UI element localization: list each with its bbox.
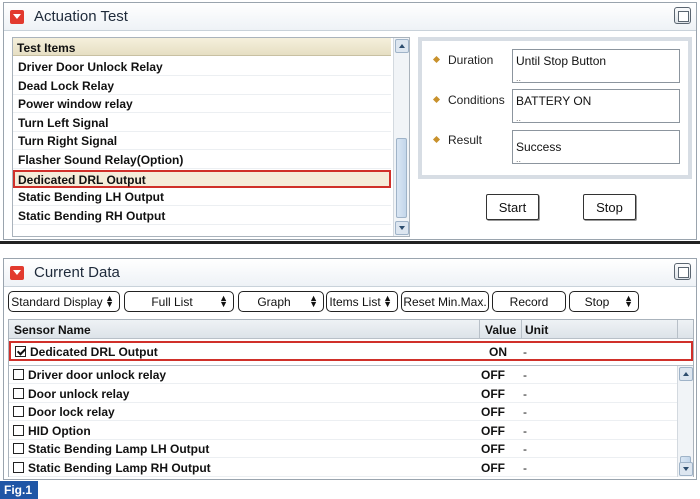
updown-icon: ▲ ▼ — [219, 293, 228, 309]
sensor-unit: - — [523, 386, 527, 401]
bullet-icon — [432, 95, 441, 104]
column-divider — [677, 320, 678, 339]
test-item[interactable]: Turn Right Signal — [13, 132, 391, 151]
sensor-value: ON — [489, 345, 507, 359]
column-divider — [479, 320, 480, 339]
test-item[interactable]: Dead Lock Relay — [13, 77, 391, 95]
sensor-table-header: Sensor Name Value Unit — [9, 320, 693, 339]
sensor-name: Dedicated DRL Output — [30, 345, 158, 359]
sensor-checkbox[interactable] — [13, 369, 24, 380]
pinned-sensor-row[interactable]: Dedicated DRL Output ON - — [9, 341, 693, 361]
test-info-box: Duration Until Stop Button Conditions BA… — [418, 37, 692, 179]
sensor-unit: - — [523, 405, 527, 419]
unit-header: Unit — [525, 323, 549, 337]
sensor-checkbox[interactable] — [13, 424, 24, 436]
sensor-value: OFF — [481, 460, 505, 475]
standard-display-select[interactable]: Standard Display ▲ ▼ — [8, 291, 120, 312]
updown-icon: ▲ ▼ — [383, 293, 392, 309]
start-button[interactable]: Start — [486, 194, 539, 220]
sensor-name: Static Bending Lamp LH Output — [28, 442, 210, 456]
sensor-unit: - — [523, 442, 527, 456]
test-items-scrollbar[interactable] — [393, 38, 409, 236]
test-item[interactable]: Power window relay — [13, 95, 391, 114]
items-list-select[interactable]: Items List ▲ ▼ — [326, 291, 398, 312]
stop-button[interactable]: Stop — [583, 194, 636, 220]
sensor-row[interactable]: Door unlock relay OFF - — [9, 385, 677, 403]
scroll-down-icon[interactable] — [679, 462, 693, 476]
sensor-table-scrollbar[interactable] — [677, 366, 693, 477]
updown-icon: ▲ ▼ — [105, 293, 114, 309]
collapse-icon[interactable] — [10, 266, 24, 280]
sensor-checkbox[interactable] — [13, 406, 24, 417]
sensor-name: Driver door unlock relay — [28, 368, 167, 382]
duration-value: Until Stop Button — [512, 49, 680, 83]
conditions-value: BATTERY ON — [512, 89, 680, 123]
scroll-thumb[interactable] — [396, 138, 407, 218]
updown-icon: ▲ ▼ — [309, 293, 318, 309]
actuation-test-title: Actuation Test — [34, 8, 128, 25]
sensor-checkbox[interactable] — [15, 346, 26, 357]
column-divider — [521, 320, 522, 339]
full-list-select[interactable]: Full List ▲ ▼ — [124, 291, 234, 312]
sensor-row[interactable]: Door lock relay OFF - — [9, 403, 677, 421]
conditions-label: Conditions — [432, 93, 505, 107]
test-item[interactable]: Static Bending RH Output — [13, 207, 391, 225]
scroll-down-icon[interactable] — [395, 221, 409, 235]
bullet-icon — [432, 135, 441, 144]
sensor-row[interactable]: Driver door unlock relay OFF - — [9, 366, 677, 384]
sensor-row[interactable]: Static Bending Lamp RH Output OFF - — [9, 459, 677, 477]
test-items-header: Test Items — [13, 38, 391, 56]
sensor-name: Door unlock relay — [28, 386, 130, 401]
result-value: Success — [512, 130, 680, 164]
collapse-icon[interactable] — [10, 10, 24, 24]
sensor-row[interactable]: HID Option OFF - — [9, 422, 677, 440]
sensor-unit: - — [523, 460, 527, 475]
sensor-unit: - — [523, 368, 527, 382]
sensor-value: OFF — [481, 386, 505, 401]
current-data-title: Current Data — [34, 264, 120, 281]
sensor-name: Door lock relay — [28, 405, 115, 419]
sensor-unit: - — [523, 423, 527, 438]
sensor-name: HID Option — [28, 423, 91, 438]
test-item[interactable]: Driver Door Unlock Relay — [13, 58, 391, 76]
figure-label: Fig.1 — [0, 481, 38, 499]
current-data-header: Current Data — [4, 259, 696, 287]
test-item-selected[interactable]: Dedicated DRL Output — [13, 169, 391, 188]
sensor-value: OFF — [481, 423, 505, 438]
sensor-name: Static Bending Lamp RH Output — [28, 460, 211, 475]
sensor-checkbox[interactable] — [13, 387, 24, 399]
updown-icon: ▲ ▼ — [624, 293, 633, 309]
bullet-icon — [432, 55, 441, 64]
value-header: Value — [485, 323, 517, 337]
record-button[interactable]: Record — [492, 291, 566, 312]
sensor-value: OFF — [481, 442, 505, 456]
section-divider — [0, 241, 700, 244]
test-items-list[interactable]: Test Items Driver Door Unlock Relay Dead … — [12, 37, 410, 237]
scroll-up-icon[interactable] — [395, 39, 409, 53]
sensor-name-header: Sensor Name — [14, 323, 91, 337]
restore-window-icon[interactable] — [674, 7, 691, 24]
actuation-test-header: Actuation Test — [4, 3, 696, 31]
sensor-unit: - — [523, 345, 527, 359]
test-item[interactable]: Turn Left Signal — [13, 114, 391, 132]
reset-minmax-button[interactable]: Reset Min.Max. — [401, 291, 489, 312]
sensor-checkbox[interactable] — [13, 461, 24, 473]
restore-window-icon[interactable] — [674, 263, 691, 280]
sensor-value: OFF — [481, 405, 505, 419]
sensor-value: OFF — [481, 368, 505, 382]
sensor-checkbox[interactable] — [13, 443, 24, 454]
sensor-table: Sensor Name Value Unit Dedicated DRL Out… — [8, 319, 694, 477]
duration-label: Duration — [432, 53, 493, 67]
graph-select[interactable]: Graph ▲ ▼ — [238, 291, 324, 312]
stop-select[interactable]: Stop ▲ ▼ — [569, 291, 639, 312]
test-item[interactable]: Static Bending LH Output — [13, 188, 391, 207]
result-label: Result — [432, 133, 482, 147]
test-item[interactable]: Flasher Sound Relay(Option) — [13, 151, 391, 169]
scroll-up-icon[interactable] — [679, 367, 693, 381]
sensor-row[interactable]: Static Bending Lamp LH Output OFF - — [9, 440, 677, 458]
